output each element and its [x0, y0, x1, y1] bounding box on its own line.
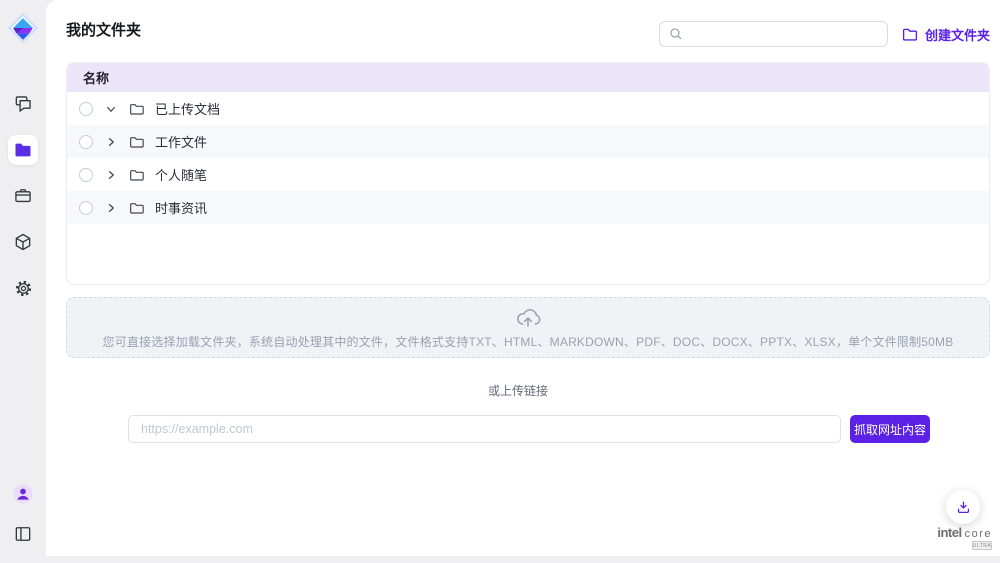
row-checkbox[interactable] — [79, 168, 93, 182]
folder-table: 名称 已上传文档 工作文件 — [66, 62, 990, 285]
row-checkbox[interactable] — [79, 135, 93, 149]
upload-hint: 您可直接选择加载文件夹，系统自动处理其中的文件，文件格式支持TXT、HTML、M… — [103, 333, 954, 350]
download-icon — [955, 499, 972, 516]
sidebar-item-settings[interactable] — [8, 273, 38, 303]
folder-row[interactable]: 个人随笔 — [67, 158, 989, 191]
cube-icon — [13, 232, 33, 252]
folder-row[interactable]: 时事资讯 — [67, 191, 989, 224]
url-input[interactable] — [128, 415, 841, 443]
upload-dropzone[interactable]: 您可直接选择加载文件夹，系统自动处理其中的文件，文件格式支持TXT、HTML、M… — [66, 297, 990, 358]
cloud-upload-icon — [513, 306, 543, 329]
sidebar-item-account[interactable] — [8, 479, 38, 509]
row-folder-icon — [129, 135, 144, 149]
row-folder-icon — [129, 102, 144, 116]
download-fab-button[interactable] — [946, 490, 980, 524]
sidebar-nav — [0, 89, 46, 303]
search-input[interactable] — [689, 22, 887, 46]
create-folder-label: 创建文件夹 — [925, 25, 990, 44]
folder-row-label: 已上传文档 — [155, 99, 220, 118]
folder-row-label: 工作文件 — [155, 132, 207, 151]
page-header: 我的文件夹 创建文件夹 — [66, 0, 990, 48]
folder-table-body: 已上传文档 工作文件 个人随笔 — [67, 92, 989, 224]
column-name-label: 名称 — [83, 68, 109, 87]
user-icon — [12, 483, 34, 505]
app-logo[interactable] — [3, 8, 43, 48]
main-panel: 我的文件夹 创建文件夹 名称 已上传文档 — [46, 0, 1000, 556]
chevron-right-icon[interactable] — [104, 202, 118, 214]
chat-icon — [13, 94, 33, 114]
folder-row-label: 时事资讯 — [155, 198, 207, 217]
row-checkbox[interactable] — [79, 102, 93, 116]
folder-row[interactable]: 已上传文档 — [67, 92, 989, 125]
create-folder-button[interactable]: 创建文件夹 — [902, 22, 990, 46]
sidebar-bottom — [0, 479, 46, 549]
intel-word: intel — [937, 525, 961, 540]
folder-icon — [13, 140, 33, 160]
sidebar-item-folders[interactable] — [8, 135, 38, 165]
create-folder-icon — [902, 27, 918, 42]
row-folder-icon — [129, 168, 144, 182]
table-header: 名称 — [67, 63, 989, 92]
sidebar — [0, 0, 46, 563]
fetch-url-button[interactable]: 抓取网址内容 — [850, 415, 930, 443]
search-icon — [669, 27, 683, 41]
chevron-right-icon[interactable] — [104, 136, 118, 148]
url-upload-row: 抓取网址内容 — [128, 415, 930, 443]
row-folder-icon — [129, 201, 144, 215]
sidebar-item-collapse[interactable] — [8, 519, 38, 549]
folder-row-label: 个人随笔 — [155, 165, 207, 184]
sidebar-item-toolbox[interactable] — [8, 181, 38, 211]
ultra-badge: ULTRA — [972, 541, 992, 550]
briefcase-icon — [13, 186, 33, 206]
search-box[interactable] — [659, 21, 888, 47]
bottom-strip — [0, 556, 1000, 563]
chevron-right-icon[interactable] — [104, 169, 118, 181]
sidebar-item-models[interactable] — [8, 227, 38, 257]
page-title: 我的文件夹 — [66, 19, 141, 40]
core-word: core — [965, 528, 992, 540]
intel-core-ultra-logo: intel core ULTRA — [930, 525, 992, 550]
chevron-down-icon[interactable] — [104, 103, 118, 115]
row-checkbox[interactable] — [79, 201, 93, 215]
or-upload-link-label: 或上传链接 — [46, 382, 990, 399]
gear-icon — [14, 279, 33, 298]
diamond-logo-icon — [5, 10, 41, 46]
sidebar-item-chat[interactable] — [8, 89, 38, 119]
folder-row[interactable]: 工作文件 — [67, 125, 989, 158]
panel-icon — [13, 524, 33, 544]
